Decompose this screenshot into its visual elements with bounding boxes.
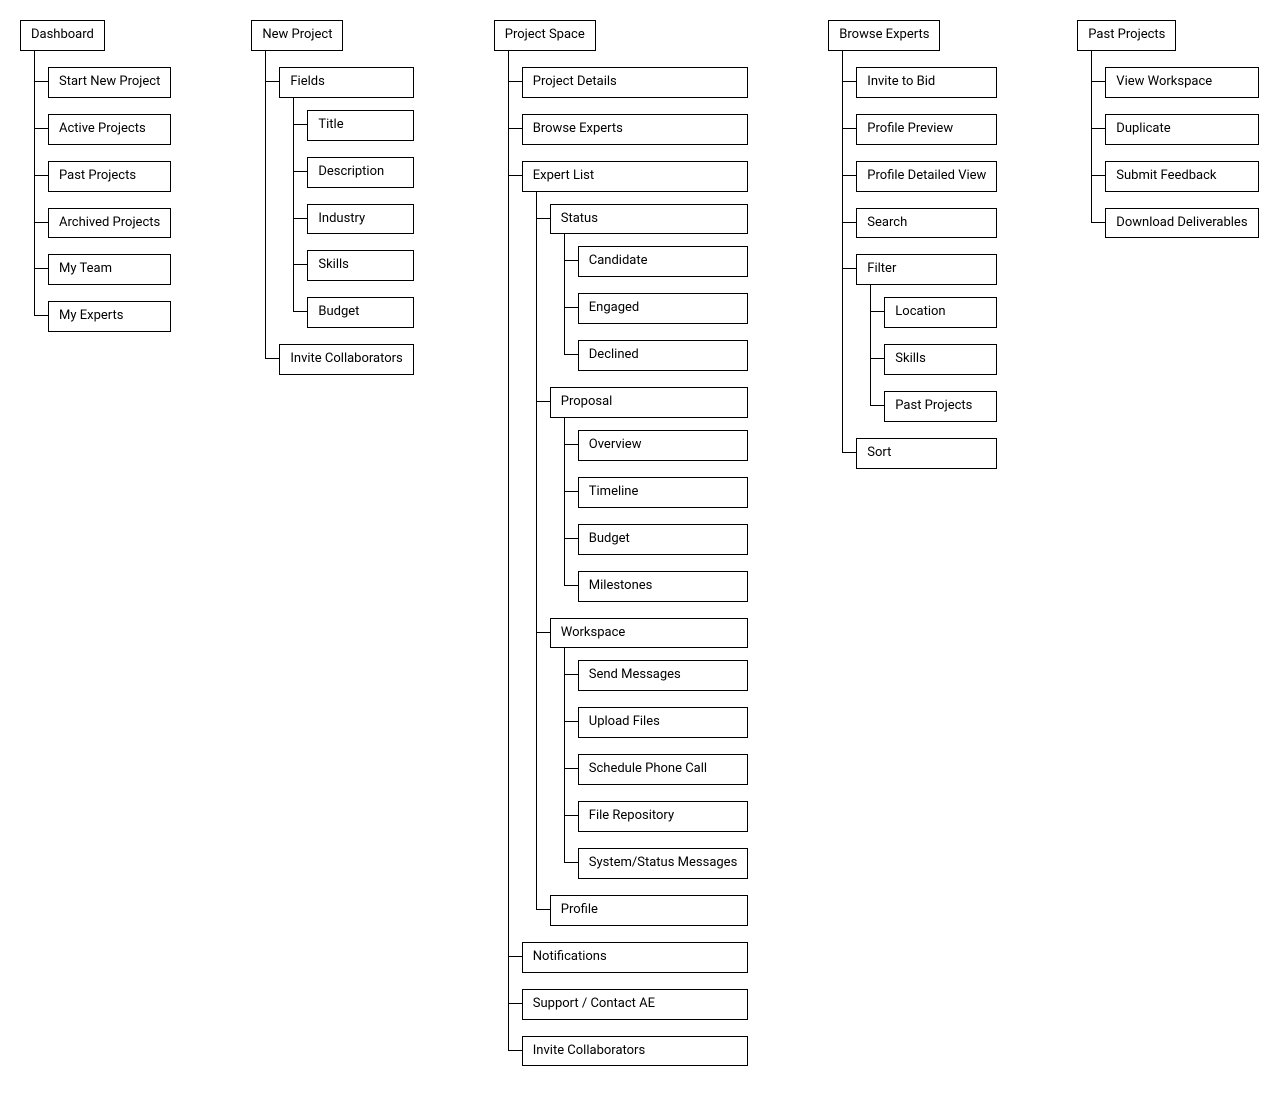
node-my-experts: My Experts [48,301,171,332]
node-project-details: Project Details [522,67,749,98]
tree-past-projects: View Workspace Duplicate Submit Feedback… [1077,59,1258,247]
column-past-projects: Past Projects View Workspace Duplicate S… [1077,20,1258,246]
node-field-budget: Budget [307,297,413,328]
node-browse-experts-ps: Browse Experts [522,114,749,145]
node-profile-detailed: Profile Detailed View [856,161,997,192]
node-workspace: Workspace [550,618,749,649]
node-project-space: Project Space [494,20,596,51]
column-project-space: Project Space Project Details Browse Exp… [494,20,749,1074]
node-active-projects: Active Projects [48,114,171,145]
node-proposal: Proposal [550,387,749,418]
node-filter-past-projects: Past Projects [884,391,997,422]
node-expert-list: Expert List [522,161,749,192]
node-duplicate: Duplicate [1105,114,1258,145]
node-field-industry: Industry [307,204,413,235]
node-past-projects: Past Projects [48,161,171,192]
column-new-project: New Project Fields Title Description Ind… [251,20,413,383]
node-ws-upload-files: Upload Files [578,707,749,738]
node-field-description: Description [307,157,413,188]
node-ws-schedule-call: Schedule Phone Call [578,754,749,785]
node-invite-to-bid: Invite to Bid [856,67,997,98]
tree-new-project: Fields Title Description Industry Skills… [251,59,413,383]
node-status-declined: Declined [578,340,749,371]
node-profile: Profile [550,895,749,926]
node-view-workspace: View Workspace [1105,67,1258,98]
node-submit-feedback: Submit Feedback [1105,161,1258,192]
node-new-project: New Project [251,20,343,51]
node-past-projects-root: Past Projects [1077,20,1176,51]
node-proposal-milestones: Milestones [578,571,749,602]
node-fields: Fields [279,67,413,98]
node-sort: Sort [856,438,997,469]
node-start-new-project: Start New Project [48,67,171,98]
tree-dashboard: Start New Project Active Projects Past P… [20,59,171,340]
node-profile-preview: Profile Preview [856,114,997,145]
node-ws-send-messages: Send Messages [578,660,749,691]
tree-browse-experts: Invite to Bid Profile Preview Profile De… [828,59,997,477]
node-browse-experts: Browse Experts [828,20,940,51]
node-status-engaged: Engaged [578,293,749,324]
sitemap-diagram: Dashboard Start New Project Active Proje… [0,0,1274,1105]
column-browse-experts: Browse Experts Invite to Bid Profile Pre… [828,20,997,477]
node-status: Status [550,204,749,235]
node-field-skills: Skills [307,250,413,281]
node-filter-skills: Skills [884,344,997,375]
node-my-team: My Team [48,254,171,285]
node-proposal-timeline: Timeline [578,477,749,508]
node-invite-collaborators: Invite Collaborators [279,344,413,375]
node-filter-location: Location [884,297,997,328]
node-archived-projects: Archived Projects [48,208,171,239]
node-support-contact-ae: Support / Contact AE [522,989,749,1020]
node-field-title: Title [307,110,413,141]
node-download-deliverables: Download Deliverables [1105,208,1258,239]
node-notifications: Notifications [522,942,749,973]
node-invite-collaborators-ps: Invite Collaborators [522,1036,749,1067]
node-proposal-budget: Budget [578,524,749,555]
node-ws-file-repo: File Repository [578,801,749,832]
node-filter: Filter [856,254,997,285]
column-dashboard: Dashboard Start New Project Active Proje… [20,20,171,340]
node-status-candidate: Candidate [578,246,749,277]
node-proposal-overview: Overview [578,430,749,461]
node-search: Search [856,208,997,239]
node-ws-system-status: System/Status Messages [578,848,749,879]
node-dashboard: Dashboard [20,20,105,51]
tree-project-space: Project Details Browse Experts Expert Li… [494,59,749,1075]
